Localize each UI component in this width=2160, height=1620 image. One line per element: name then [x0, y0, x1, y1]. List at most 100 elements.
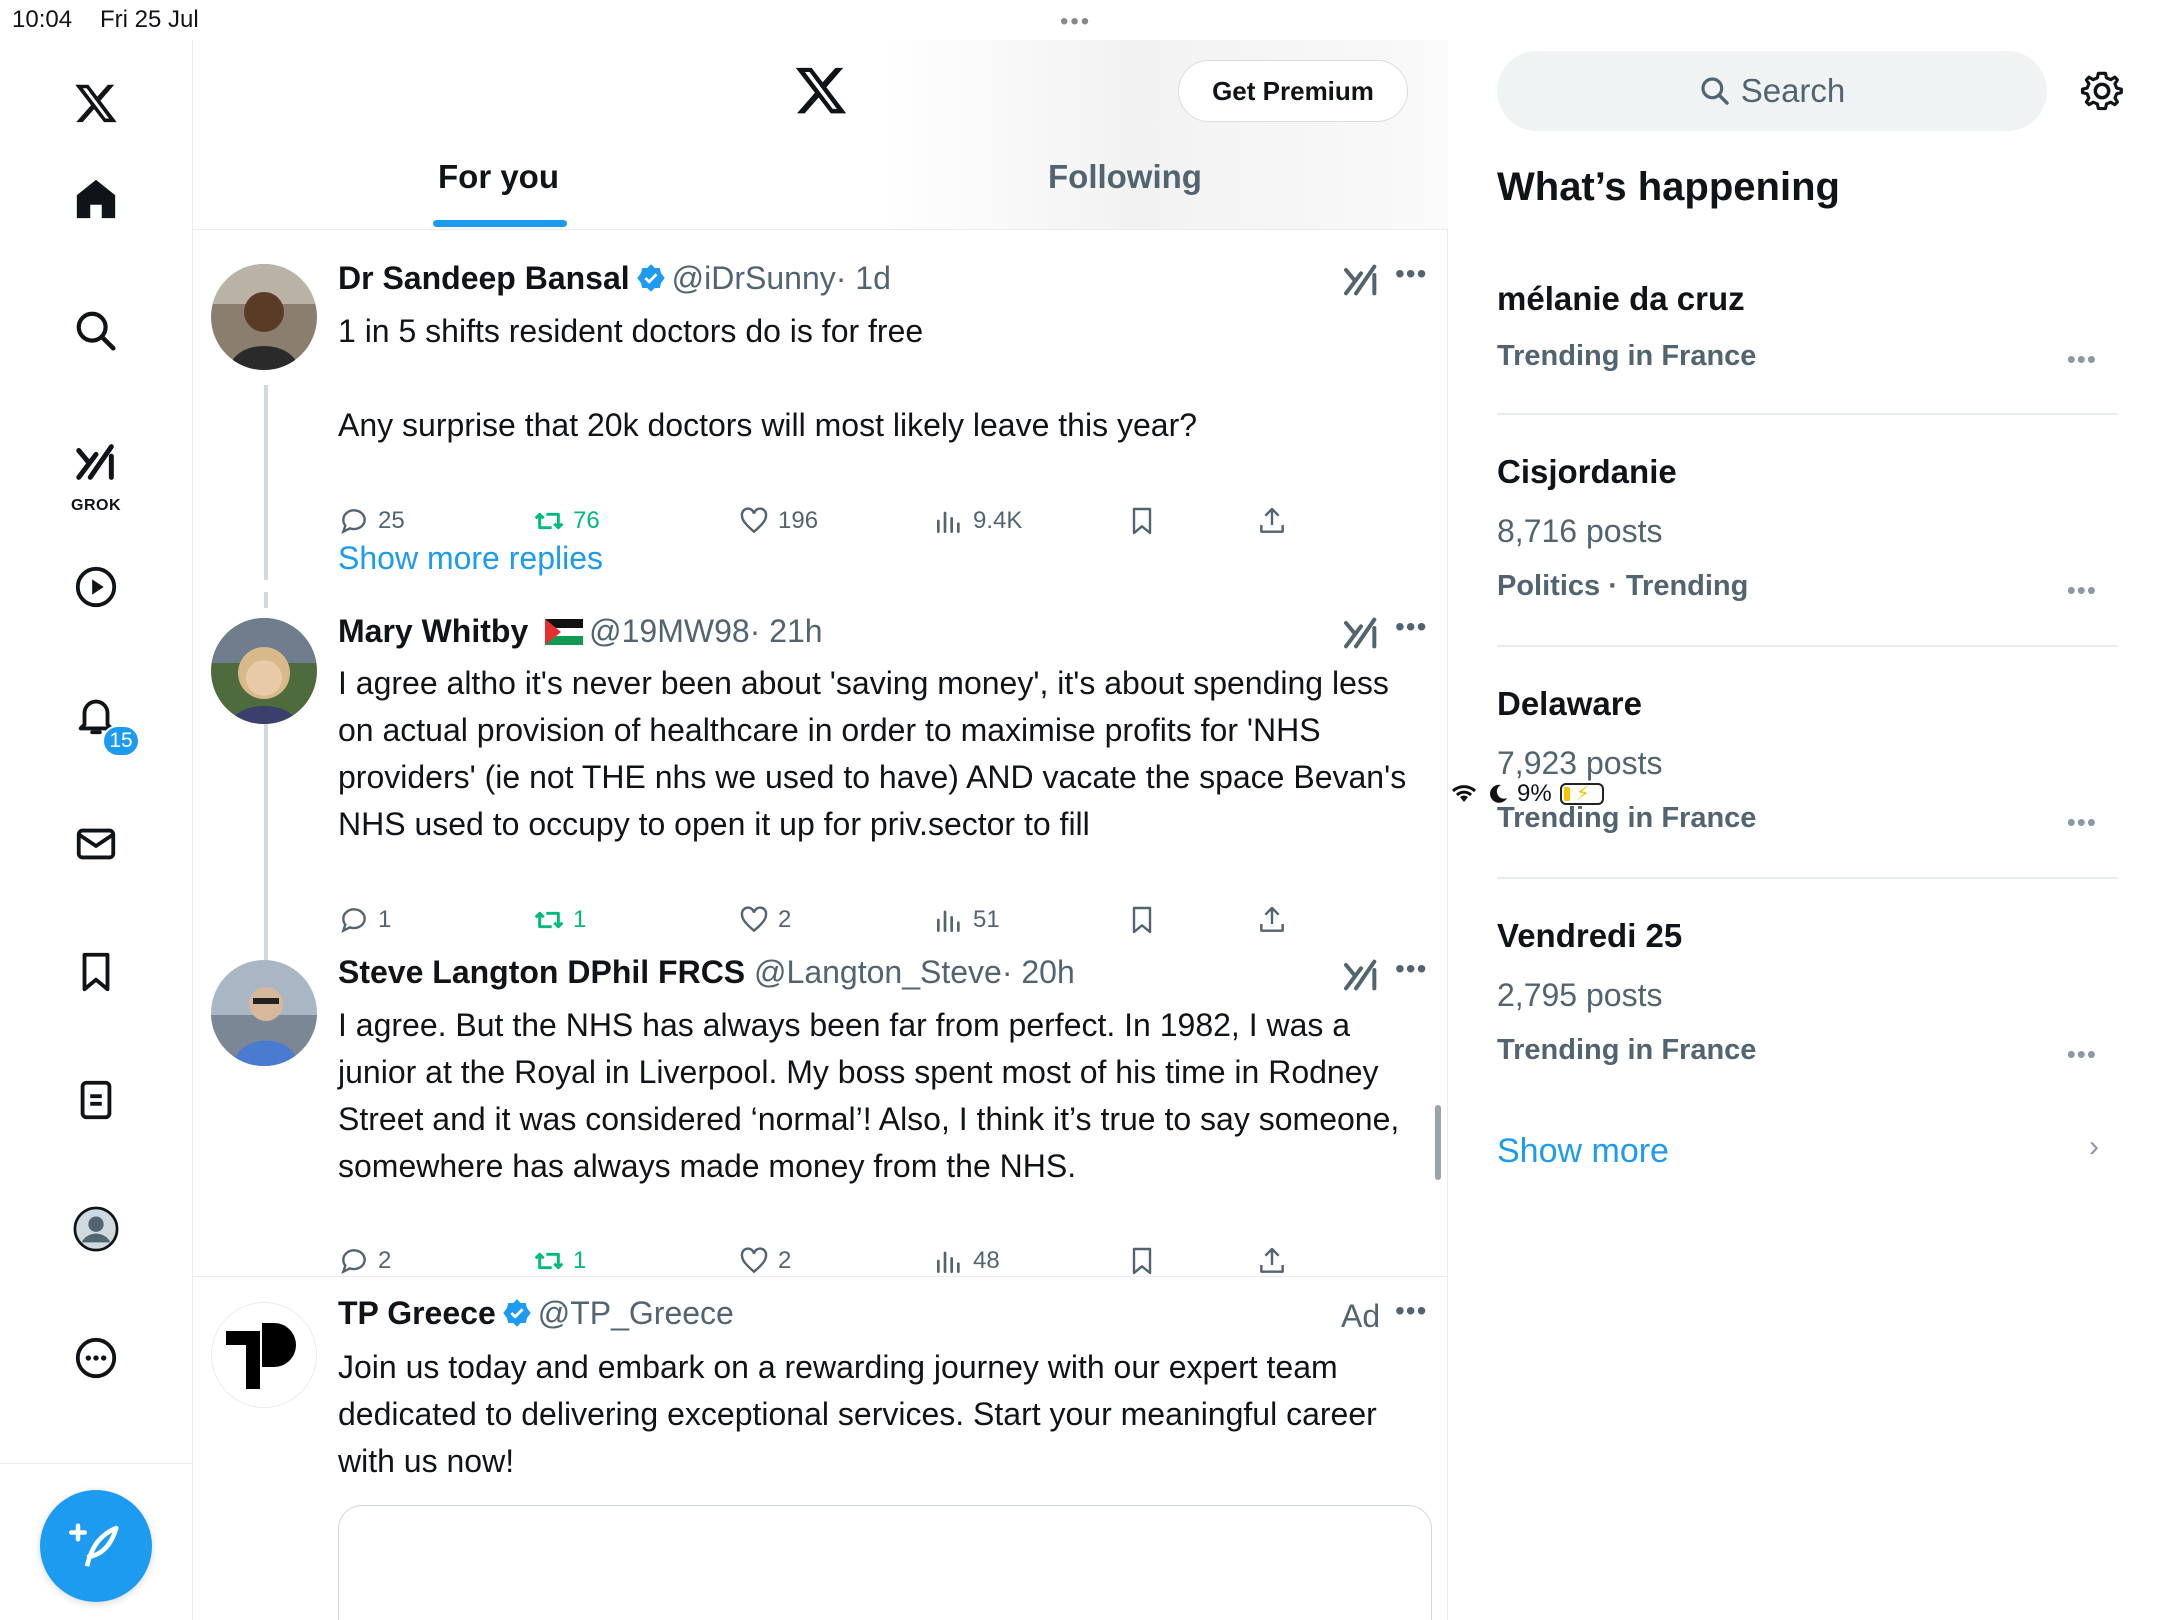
retweet-button[interactable]: 76 — [533, 505, 600, 537]
trend-title: mélanie da cruz — [1497, 280, 1745, 317]
show-more-link[interactable]: Show more — [1497, 1132, 1669, 1171]
thread-line — [264, 592, 268, 608]
avatar[interactable] — [211, 960, 317, 1066]
more-icon[interactable] — [57, 1319, 135, 1397]
grok-icon[interactable] — [1341, 955, 1381, 995]
tab-for-you[interactable]: For you — [438, 158, 559, 196]
bookmark-icon — [1132, 507, 1152, 535]
author-name[interactable]: TP Greece — [338, 1295, 496, 1331]
status-bar: 10:04 Fri 25 Jul ••• 9% ⚡ — [0, 0, 2160, 807]
gear-icon[interactable] — [2079, 68, 2125, 114]
heart-icon — [740, 507, 768, 534]
more-icon[interactable]: ••• — [2067, 575, 2097, 606]
get-premium-button[interactable]: Get Premium — [1178, 60, 1408, 122]
trend-item[interactable]: Vendredi 25 2,795 posts Trending in Fran… — [1497, 917, 2117, 1070]
author-name[interactable]: Dr Sandeep Bansal — [338, 260, 630, 296]
avatar[interactable] — [211, 1302, 317, 1408]
x-logo-icon[interactable] — [57, 64, 135, 142]
share-button[interactable] — [1256, 1245, 1288, 1277]
heart-icon — [740, 906, 768, 933]
nav-divider — [0, 1463, 193, 1464]
reply-count: 1 — [378, 906, 392, 933]
like-count: 2 — [778, 906, 792, 933]
more-icon[interactable]: ••• — [1395, 953, 1427, 985]
heart-icon — [740, 1247, 768, 1274]
more-icon[interactable]: ••• — [2067, 1039, 2097, 1070]
x-logo-icon[interactable] — [793, 62, 849, 123]
trend-context: Politics · Trending — [1497, 570, 1749, 602]
tweet-time[interactable]: · 21h — [750, 613, 823, 649]
share-button[interactable] — [1256, 904, 1288, 936]
tweet-time[interactable]: · 20h — [1002, 954, 1075, 990]
avatar[interactable] — [211, 264, 317, 370]
tweet-text: Join us today and embark on a rewarding … — [338, 1349, 1377, 1479]
tweet-time[interactable]: · 1d — [836, 260, 891, 296]
reply-button[interactable]: 25 — [338, 505, 405, 537]
author-name[interactable]: Mary Whitby — [338, 613, 528, 649]
share-icon — [1260, 1247, 1284, 1273]
reply-button[interactable]: 1 — [338, 904, 391, 936]
bookmark-icon[interactable] — [57, 933, 135, 1011]
trend-item[interactable]: Delaware 7,923 posts Trending in France … — [1497, 685, 2117, 838]
bookmark-icon — [1132, 1247, 1152, 1275]
tweet-header: Steve Langton DPhil FRCS @Langton_Steve·… — [338, 954, 1075, 991]
share-button[interactable] — [1256, 505, 1288, 537]
author-name[interactable]: Steve Langton DPhil FRCS — [338, 954, 745, 990]
retweet-button[interactable]: 1 — [533, 904, 586, 936]
views-button[interactable]: 48 — [933, 1245, 1000, 1277]
views-button[interactable]: 51 — [933, 904, 1000, 936]
verified-icon — [636, 264, 665, 292]
multitask-dots-icon[interactable]: ••• — [1060, 8, 1091, 36]
bookmark-button[interactable] — [1126, 1245, 1158, 1277]
search-input[interactable]: Search — [1497, 51, 2047, 131]
scrollbar[interactable] — [1435, 1105, 1441, 1180]
grok-icon[interactable]: GROK — [57, 423, 135, 514]
like-button[interactable]: 196 — [738, 505, 818, 537]
list-icon[interactable] — [57, 1061, 135, 1139]
tweet-text: 1 in 5 shifts resident doctors do is for… — [338, 313, 924, 349]
author-handle[interactable]: @iDrSunny — [672, 260, 836, 296]
grok-icon[interactable] — [1341, 260, 1381, 300]
tab-following[interactable]: Following — [1048, 158, 1202, 196]
video-icon[interactable] — [57, 548, 135, 626]
more-icon[interactable]: ••• — [1395, 611, 1427, 643]
grok-icon[interactable] — [1341, 613, 1381, 653]
author-handle[interactable]: @TP_Greece — [538, 1295, 734, 1331]
reply-button[interactable]: 2 — [338, 1245, 391, 1277]
avatar[interactable] — [211, 618, 317, 724]
views-icon — [937, 1251, 960, 1273]
compose-button[interactable] — [40, 1490, 152, 1602]
tweet-text: I agree altho it's never been about 'sav… — [338, 665, 1407, 842]
trend-item[interactable]: Cisjordanie 8,716 posts Politics · Trend… — [1497, 453, 2117, 606]
bookmark-button[interactable] — [1126, 505, 1158, 537]
notifications-badge: 15 — [102, 725, 140, 757]
bookmark-icon — [1132, 906, 1152, 934]
bookmark-button[interactable] — [1126, 904, 1158, 936]
home-icon[interactable] — [57, 160, 135, 238]
more-icon[interactable]: ••• — [2067, 344, 2097, 375]
like-count: 2 — [778, 1247, 792, 1274]
author-handle[interactable]: @Langton_Steve — [754, 954, 1002, 990]
mail-icon[interactable] — [57, 805, 135, 883]
ad-media-card[interactable] — [338, 1505, 1432, 1620]
trend-title: Cisjordanie — [1497, 453, 1677, 490]
trend-divider — [1497, 413, 2117, 415]
tweet-actions: 1 1 2 51 — [338, 904, 1338, 944]
left-nav: GROK 15 — [0, 40, 193, 1620]
retweet-button[interactable]: 1 — [533, 1245, 586, 1277]
share-icon — [1260, 906, 1284, 932]
tweet-actions: 2 1 2 48 — [338, 1245, 1338, 1285]
search-icon[interactable] — [57, 292, 135, 370]
like-button[interactable]: 2 — [738, 904, 791, 936]
avatar[interactable] — [57, 1190, 135, 1268]
trend-item[interactable]: mélanie da cruz Trending in France ••• — [1497, 280, 2117, 375]
more-icon[interactable]: ••• — [1395, 1295, 1427, 1327]
views-button[interactable]: 9.4K — [933, 505, 1022, 537]
views-icon — [937, 910, 960, 932]
more-icon[interactable]: ••• — [1395, 258, 1427, 290]
more-icon[interactable]: ••• — [2067, 807, 2097, 838]
share-icon — [1260, 507, 1284, 533]
show-more-replies-link[interactable]: Show more replies — [338, 540, 603, 577]
like-button[interactable]: 2 — [738, 1245, 791, 1277]
author-handle[interactable]: @19MW98 — [589, 613, 750, 649]
